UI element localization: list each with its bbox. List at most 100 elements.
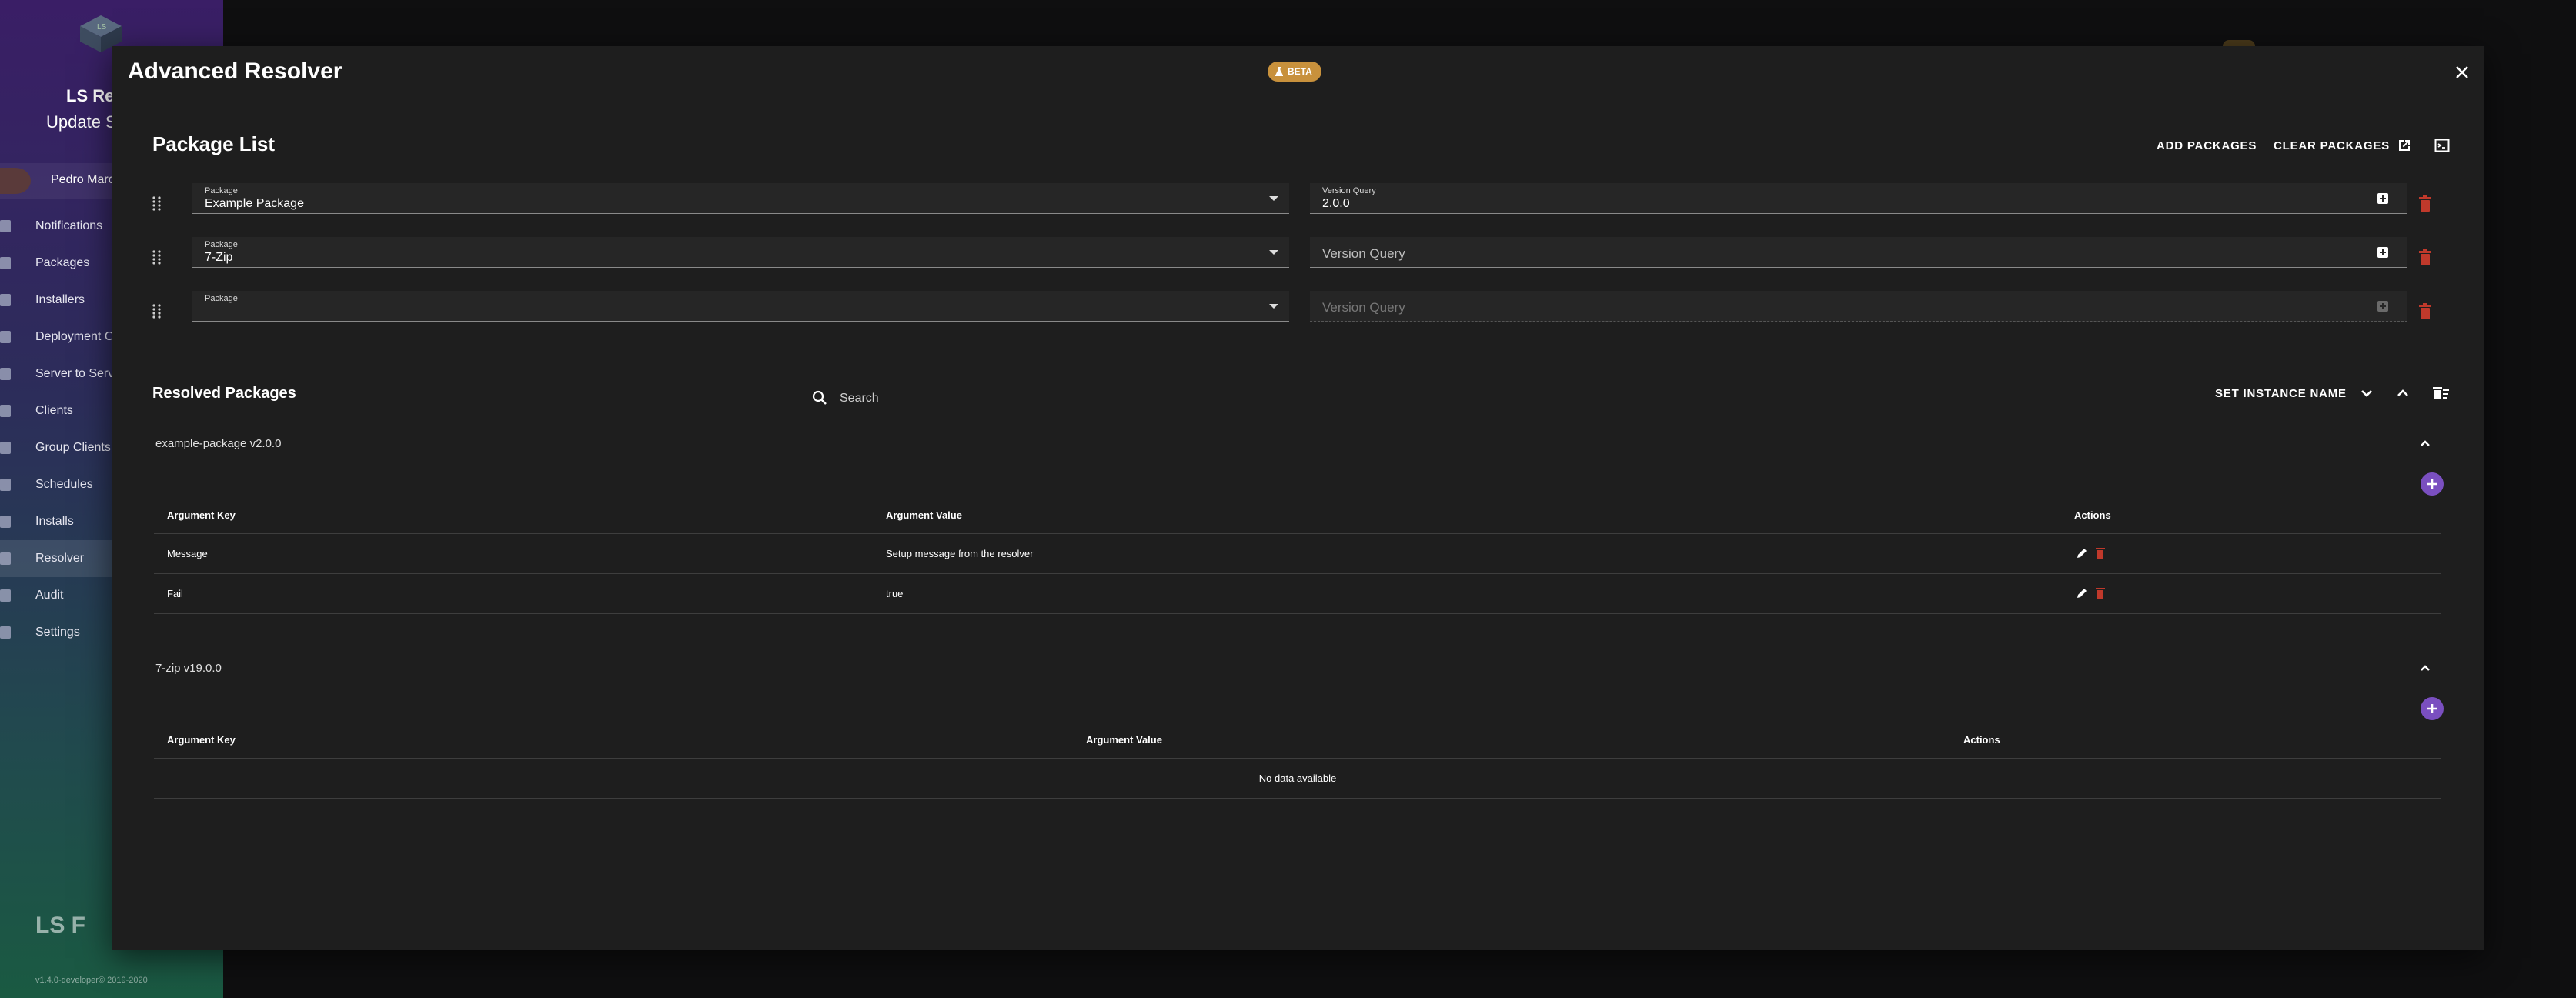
sidebar-item-label: Clients [35,404,73,417]
package-label: Package [205,294,238,303]
argument-key: Message [167,548,208,559]
beta-label: BETA [1288,66,1312,77]
table-header: Argument Key Argument Value Actions [154,722,2441,759]
delete-icon[interactable] [2417,303,2433,320]
delete-icon[interactable] [2417,249,2433,266]
add-argument-button[interactable] [2421,472,2444,496]
package-list-title: Package List [152,132,275,155]
package-row: Package Example Package Version Query 2.… [112,179,2484,222]
package-select[interactable]: Package [192,291,1289,322]
bell-icon [0,220,11,232]
no-data-text: No data available [1258,773,1337,784]
header-argument-value[interactable]: Argument Value [886,509,962,521]
gear-icon [0,626,11,639]
panel-title[interactable]: 7-zip v19.0.0 [155,662,222,675]
pencil-icon[interactable] [2076,587,2088,599]
package-select[interactable]: Package Example Package [192,183,1289,214]
version-text: v1.4.0-developer© 2019-2020 [35,976,148,985]
sidebar-item-label: Packages [35,256,90,269]
package-icon [0,257,11,269]
group-icon [0,442,11,454]
sidebar-item-label: Resolver [35,552,85,565]
user-name: Pedro Marc [51,173,115,186]
open-in-new-icon [2399,140,2410,151]
delete-icon[interactable] [2095,587,2106,599]
package-row: Package Version Query [112,286,2484,329]
argument-value: true [886,588,904,599]
version-query-field[interactable]: Version Query [1310,291,2407,322]
sidebar-item-label: Notifications [35,219,103,232]
delete-sweep-icon [2433,387,2449,399]
beta-badge: BETA [1268,62,1321,82]
sidebar-item-label: Audit [35,589,64,602]
console-icon [2434,139,2450,152]
close-button[interactable] [2450,60,2474,85]
expand-all-button[interactable] [2355,382,2378,405]
open-external-button[interactable] [2393,134,2416,157]
avatar [0,168,31,194]
console-button[interactable] [2431,134,2454,157]
package-label: Package [205,240,238,249]
delete-icon[interactable] [2417,195,2433,212]
version-query-field[interactable]: Version Query [1310,237,2407,268]
search-input[interactable]: Search [811,385,1501,412]
sidebar-item-label: Installers [35,293,85,306]
version-value: 2.0.0 [1322,197,1350,210]
audit-icon [0,589,11,602]
page: LS LS Re Update S Pedro Marc Notificatio… [0,0,2576,998]
close-icon [2456,66,2468,78]
server-icon [0,368,11,380]
arguments-table: Argument Key Argument Value Actions No d… [154,722,2441,799]
drag-handle-icon[interactable] [152,195,162,211]
clear-packages-button[interactable]: CLEAR PACKAGES [2274,139,2390,152]
clients-icon [0,405,11,417]
set-instance-name-button[interactable]: SET INSTANCE NAME [2215,387,2347,400]
version-placeholder: Version Query [1322,246,1405,261]
chevron-up-icon [2397,389,2408,396]
dialog-title: Advanced Resolver [128,58,342,84]
dropdown-arrow-icon [1269,304,1278,309]
plus-icon [2427,704,2437,713]
plus-box-icon[interactable] [2377,246,2389,259]
sidebar-item-label: Group Clients [35,441,111,454]
header-argument-key[interactable]: Argument Key [167,734,236,746]
installer-icon [0,294,11,306]
package-select[interactable]: Package 7-Zip [192,237,1289,268]
resolved-packages-title: Resolved Packages [152,385,296,402]
panel-title[interactable]: example-package v2.0.0 [155,437,281,450]
package-label: Package [205,186,238,195]
add-packages-button[interactable]: ADD PACKAGES [2157,139,2257,152]
app-name: LS Re [66,86,115,105]
package-value: 7-Zip [205,251,233,264]
sidebar-item-label: Installs [35,515,74,528]
chevron-up-icon[interactable] [2416,659,2434,677]
arguments-table: Argument Key Argument Value Actions Mess… [154,497,2441,614]
pencil-icon[interactable] [2076,547,2088,559]
collapse-all-button[interactable] [2391,382,2414,405]
header-actions: Actions [2074,509,2111,521]
plus-box-icon[interactable] [2377,192,2389,205]
header-actions: Actions [1963,734,2000,746]
dropdown-arrow-icon [1269,196,1278,201]
resolver-icon [0,552,11,565]
delete-icon[interactable] [2095,547,2106,559]
version-placeholder: Version Query [1322,300,1405,315]
sidebar-item-label: Settings [35,626,80,639]
clear-resolved-button[interactable] [2430,382,2453,405]
argument-value: Setup message from the resolver [886,548,1034,559]
package-row: Package 7-Zip Version Query [112,232,2484,275]
install-icon [0,516,11,528]
header-argument-value[interactable]: Argument Value [1086,734,1162,746]
version-label: Version Query [1322,186,1376,195]
add-argument-button[interactable] [2421,697,2444,720]
sidebar-item-label: Schedules [35,478,93,491]
calendar-icon [0,479,11,491]
drag-handle-icon[interactable] [152,303,162,319]
drag-handle-icon[interactable] [152,249,162,265]
table-header: Argument Key Argument Value Actions [154,497,2441,534]
header-argument-key[interactable]: Argument Key [167,509,236,521]
version-query-field[interactable]: Version Query 2.0.0 [1310,183,2407,214]
flask-icon [1275,67,1283,76]
chevron-up-icon[interactable] [2416,434,2434,452]
plus-box-icon[interactable] [2377,300,2389,312]
